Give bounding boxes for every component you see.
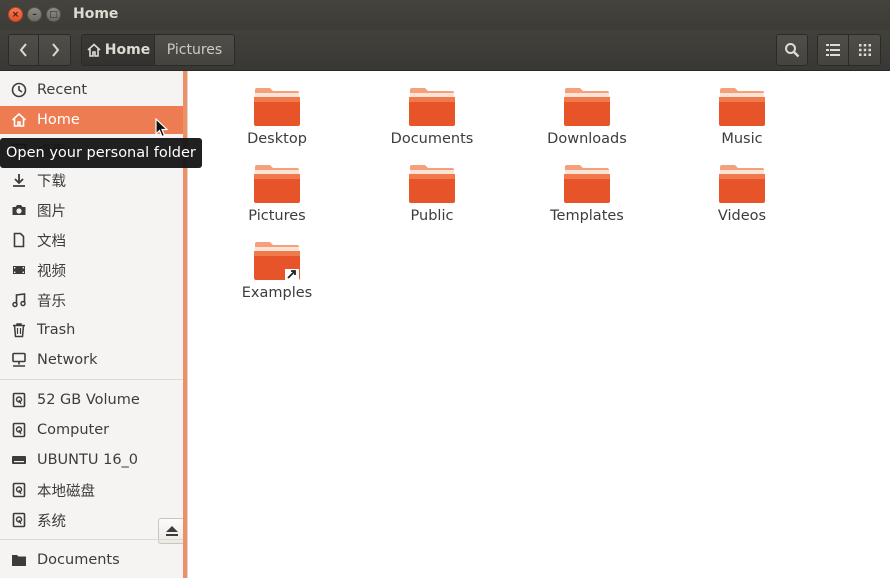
folder-item-desktop[interactable]: Desktop bbox=[207, 87, 347, 147]
folder-icon bbox=[718, 164, 766, 204]
sidebar-item-label: 音乐 bbox=[37, 293, 66, 310]
file-view: Desktop Documents Downloads Music Pictur… bbox=[189, 71, 890, 578]
folder-icon bbox=[408, 87, 456, 127]
folder-icon bbox=[253, 87, 301, 127]
file-name: Public bbox=[410, 208, 454, 224]
folder-icon bbox=[408, 164, 456, 204]
file-name: Documents bbox=[390, 131, 474, 147]
sidebar-item-label: 视频 bbox=[37, 263, 66, 280]
music-icon bbox=[10, 291, 28, 309]
sidebar-item-videos[interactable]: 视频 bbox=[0, 256, 183, 284]
sidebar-item-system[interactable]: 系统 bbox=[0, 506, 183, 534]
sidebar-divider bbox=[0, 539, 183, 540]
trash-icon bbox=[10, 321, 28, 339]
folder-icon bbox=[253, 164, 301, 204]
folder-item-pictures[interactable]: Pictures bbox=[207, 164, 347, 224]
sidebar-item-label: Home bbox=[37, 112, 80, 128]
sidebar-item-downloads[interactable]: 下载 bbox=[0, 166, 183, 194]
list-view-button[interactable] bbox=[817, 34, 849, 66]
sidebar-item-label: Recent bbox=[37, 82, 88, 98]
sidebar-item-computer[interactable]: Computer bbox=[0, 416, 183, 444]
drive-icon bbox=[10, 481, 28, 499]
sidebar-item-documents[interactable]: 文档 bbox=[0, 226, 183, 254]
file-manager-window: × – □ Home Home Pictures Recent Home 下载 … bbox=[0, 0, 890, 578]
drive-icon bbox=[10, 391, 28, 409]
sidebar-item-trash[interactable]: Trash bbox=[0, 316, 183, 344]
file-name: Examples bbox=[241, 285, 313, 301]
breadcrumb-home[interactable]: Home bbox=[81, 34, 155, 66]
chevron-right-icon bbox=[51, 43, 59, 57]
title-bar: × – □ Home bbox=[0, 0, 890, 30]
drive-icon bbox=[10, 511, 28, 529]
sidebar-item-label: UBUNTU 16_0 bbox=[37, 452, 139, 468]
sidebar-item-local-disk[interactable]: 本地磁盘 bbox=[0, 476, 183, 504]
list-view-icon bbox=[826, 44, 840, 56]
usb-drive-icon bbox=[10, 451, 28, 469]
sidebar-item-label: 图片 bbox=[37, 203, 66, 220]
grid-view-button[interactable] bbox=[849, 34, 881, 66]
sidebar-item-label: 本地磁盘 bbox=[37, 483, 95, 500]
folder-item-examples[interactable]: Examples bbox=[207, 241, 347, 301]
folder-icon bbox=[563, 164, 611, 204]
minimize-window-button[interactable]: – bbox=[27, 7, 42, 22]
sidebar-item-music[interactable]: 音乐 bbox=[0, 286, 183, 314]
sidebar-item-52gb-volume[interactable]: 52 GB Volume bbox=[0, 386, 183, 414]
sidebar-divider bbox=[0, 379, 183, 380]
camera-icon bbox=[10, 201, 28, 219]
network-icon bbox=[10, 351, 28, 369]
grid-view-icon bbox=[858, 44, 871, 56]
search-button[interactable] bbox=[776, 34, 808, 66]
sidebar-item-label: Trash bbox=[37, 322, 76, 338]
file-name: Downloads bbox=[547, 131, 627, 147]
sidebar-item-label: 文档 bbox=[37, 233, 66, 250]
folder-icon bbox=[563, 87, 611, 127]
download-icon bbox=[10, 171, 28, 189]
folder-item-music[interactable]: Music bbox=[672, 87, 812, 147]
sidebar-item-label: 系统 bbox=[37, 513, 66, 530]
folder-link-icon bbox=[253, 241, 301, 281]
breadcrumb-home-label: Home bbox=[104, 42, 151, 58]
home-icon bbox=[87, 43, 101, 57]
file-name: Music bbox=[721, 131, 763, 147]
sidebar-item-label: Network bbox=[37, 352, 98, 368]
header-bar: Home Pictures bbox=[0, 30, 890, 71]
folder-icon bbox=[718, 87, 766, 127]
sidebar-item-label: Documents bbox=[37, 552, 120, 568]
home-icon bbox=[10, 111, 28, 129]
file-name: Videos bbox=[717, 208, 767, 224]
breadcrumb-pictures[interactable]: Pictures bbox=[155, 34, 235, 66]
chevron-left-icon bbox=[19, 43, 27, 57]
drive-icon bbox=[10, 421, 28, 439]
tooltip: Open your personal folder bbox=[0, 138, 202, 168]
sidebar-item-recent[interactable]: Recent bbox=[0, 76, 183, 104]
folder-item-templates[interactable]: Templates bbox=[517, 164, 657, 224]
window-title: Home bbox=[73, 6, 119, 22]
back-button[interactable] bbox=[8, 34, 39, 66]
clock-icon bbox=[10, 81, 28, 99]
folder-icon bbox=[10, 551, 28, 569]
sidebar-item-label: 下载 bbox=[37, 173, 66, 190]
file-name: Templates bbox=[550, 208, 624, 224]
folder-item-downloads[interactable]: Downloads bbox=[517, 87, 657, 147]
folder-item-videos[interactable]: Videos bbox=[672, 164, 812, 224]
folder-item-public[interactable]: Public bbox=[362, 164, 502, 224]
video-icon bbox=[10, 261, 28, 279]
sidebar-item-network[interactable]: Network bbox=[0, 346, 183, 374]
folder-item-documents[interactable]: Documents bbox=[362, 87, 502, 147]
close-window-button[interactable]: × bbox=[8, 7, 23, 22]
mouse-cursor-icon bbox=[155, 118, 169, 138]
forward-button[interactable] bbox=[39, 34, 71, 66]
search-icon bbox=[785, 43, 800, 58]
sidebar-item-label: Computer bbox=[37, 422, 110, 438]
sidebar-item-ubuntu-drive[interactable]: UBUNTU 16_0 bbox=[0, 446, 155, 474]
file-name: Pictures bbox=[248, 208, 306, 224]
sidebar-item-pictures[interactable]: 图片 bbox=[0, 196, 183, 224]
breadcrumb-pictures-label: Pictures bbox=[166, 42, 223, 58]
maximize-window-button[interactable]: □ bbox=[46, 7, 61, 22]
document-icon bbox=[10, 231, 28, 249]
sidebar-item-label: 52 GB Volume bbox=[37, 392, 140, 408]
sidebar-item-documents-bookmark[interactable]: Documents bbox=[0, 546, 183, 574]
file-name: Desktop bbox=[247, 131, 307, 147]
